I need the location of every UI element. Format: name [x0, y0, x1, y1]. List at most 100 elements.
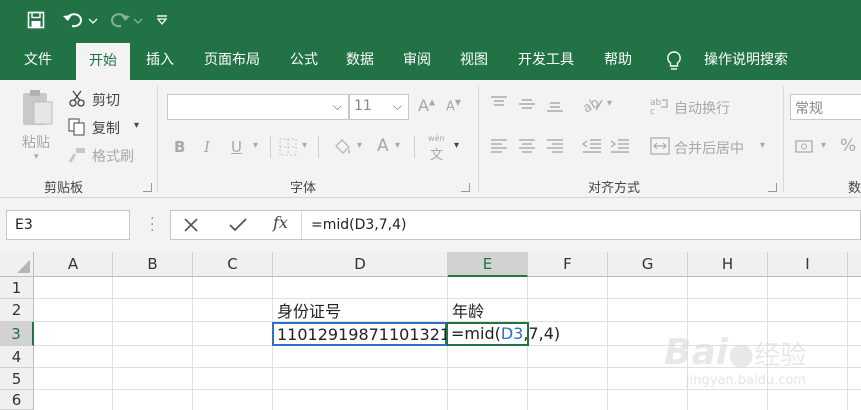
decrease-indent-icon[interactable] — [582, 138, 602, 154]
percent-button[interactable]: % — [840, 136, 856, 156]
fill-color-icon[interactable] — [332, 136, 354, 158]
font-color-dropdown-icon[interactable]: ▾ — [395, 140, 400, 151]
tab-page-layout[interactable]: 页面布局 — [192, 40, 272, 80]
save-icon[interactable] — [24, 8, 48, 32]
row-header-3[interactable]: 3 — [0, 322, 34, 346]
tab-view[interactable]: 视图 — [450, 40, 498, 80]
name-box[interactable]: E3 — [6, 210, 130, 240]
tab-data[interactable]: 数据 — [336, 40, 384, 80]
accounting-dropdown-icon[interactable]: ▾ — [821, 140, 826, 151]
copy-dropdown-icon[interactable]: ▾ — [134, 120, 139, 131]
column-header-c[interactable]: C — [193, 252, 273, 277]
copy-button[interactable]: 复制 — [92, 118, 120, 138]
font-name-combo[interactable]: ⌵ — [167, 94, 349, 120]
insert-function-button[interactable]: fx — [273, 213, 288, 232]
align-center-icon[interactable] — [518, 138, 536, 154]
tell-me-search[interactable]: 操作说明搜索 — [694, 40, 798, 80]
formula-text[interactable]: =mid(D3,7,4) — [311, 211, 406, 239]
tab-review[interactable]: 审阅 — [393, 40, 441, 80]
column-header-g[interactable]: G — [608, 252, 688, 277]
orientation-icon[interactable]: ab — [582, 94, 604, 114]
bold-button[interactable]: B — [174, 138, 185, 156]
column-header-e[interactable]: E — [448, 252, 528, 277]
phonetic-guide-button[interactable]: wén — [428, 134, 445, 143]
svg-text:c: c — [650, 107, 655, 114]
increase-font-icon[interactable]: A▲ — [418, 96, 435, 115]
cell-e3-formula[interactable]: =mid(D3,7,4) — [448, 322, 560, 346]
row-header-1[interactable]: 1 — [0, 277, 34, 299]
row-header-5[interactable]: 5 — [0, 368, 34, 390]
paste-dropdown-icon[interactable]: ▾ — [34, 152, 39, 162]
row-header-4[interactable]: 4 — [0, 346, 34, 368]
redo-button[interactable] — [106, 8, 144, 32]
font-color-icon[interactable]: A — [377, 136, 389, 156]
align-right-icon[interactable] — [546, 138, 564, 154]
number-format-combo[interactable]: 常规 — [790, 94, 861, 120]
font-size-combo[interactable]: 11 ⌵ — [349, 94, 409, 120]
paste-button[interactable]: 粘贴 — [22, 132, 50, 152]
row-header-2[interactable]: 2 — [0, 299, 34, 322]
borders-icon[interactable] — [279, 138, 297, 156]
column-header-a[interactable]: A — [34, 252, 113, 277]
undo-button[interactable] — [62, 8, 100, 32]
gridline — [112, 277, 113, 410]
gridline — [607, 277, 608, 410]
orientation-dropdown-icon[interactable]: ▾ — [607, 98, 612, 109]
accounting-format-icon[interactable] — [795, 138, 817, 156]
cancel-icon[interactable] — [183, 217, 199, 233]
lightbulb-icon — [666, 51, 682, 71]
underline-button[interactable]: U — [231, 138, 242, 156]
alignment-launcher-icon[interactable] — [768, 183, 777, 192]
group-divider — [478, 86, 479, 192]
format-painter-button[interactable]: 格式刷 — [92, 146, 134, 166]
underline-dropdown-icon[interactable]: ▾ — [253, 140, 258, 151]
cut-button[interactable]: 剪切 — [92, 90, 120, 110]
align-left-icon[interactable] — [490, 138, 508, 154]
tab-help[interactable]: 帮助 — [594, 40, 642, 80]
borders-dropdown-icon[interactable]: ▾ — [302, 140, 307, 151]
watermark-brand-cn: 经验 — [754, 341, 807, 371]
watermark-brand: Bai — [664, 332, 729, 373]
tab-developer[interactable]: 开发工具 — [506, 40, 586, 80]
tab-insert[interactable]: 插入 — [136, 40, 184, 80]
merge-center-button[interactable]: 合并后居中 — [674, 138, 744, 158]
paste-icon[interactable] — [20, 88, 54, 128]
wrap-text-button[interactable]: 自动换行 — [674, 98, 730, 118]
copy-icon — [68, 118, 86, 136]
cell-d3-referenced[interactable]: 11012919871101321 — [272, 322, 450, 346]
column-header-i[interactable]: I — [768, 252, 848, 277]
formula-input-box[interactable]: fx =mid(D3,7,4) — [170, 210, 861, 240]
tab-home[interactable]: 开始 — [76, 43, 130, 80]
customize-toolbar-icon[interactable] — [152, 8, 172, 32]
italic-button[interactable]: I — [204, 138, 210, 156]
select-all-corner[interactable] — [0, 252, 34, 277]
phonetic-dropdown-icon[interactable]: ▾ — [454, 140, 459, 151]
merge-dropdown-icon[interactable]: ▾ — [760, 140, 765, 151]
column-header-f[interactable]: F — [528, 252, 608, 277]
column-header-h[interactable]: H — [688, 252, 768, 277]
increase-indent-icon[interactable] — [610, 138, 630, 154]
cell-d2[interactable]: 身份证号 — [273, 301, 448, 322]
column-header-b[interactable]: B — [113, 252, 193, 277]
align-bottom-icon[interactable] — [546, 96, 564, 112]
chevron-down-icon: ⌵ — [392, 99, 402, 113]
decrease-font-icon[interactable]: A▼ — [446, 98, 461, 114]
font-launcher-icon[interactable] — [461, 183, 470, 192]
alignment-group-label: 对齐方式 — [588, 181, 641, 196]
row-header-6[interactable]: 6 — [0, 390, 34, 410]
tab-formulas[interactable]: 公式 — [280, 40, 328, 80]
gridline — [192, 277, 193, 410]
enter-check-icon[interactable] — [229, 217, 247, 233]
tab-file[interactable]: 文件 — [14, 40, 62, 80]
column-header-partial[interactable] — [848, 252, 861, 277]
number-format-value: 常规 — [795, 101, 823, 117]
merge-center-icon — [650, 137, 670, 155]
cell-e2[interactable]: 年龄 — [448, 301, 528, 322]
fill-color-dropdown-icon[interactable]: ▾ — [357, 140, 362, 151]
clipboard-launcher-icon[interactable] — [143, 183, 152, 192]
align-top-icon[interactable] — [490, 96, 508, 112]
align-middle-icon[interactable] — [518, 96, 536, 112]
column-header-d[interactable]: D — [273, 252, 448, 277]
watermark-url: jingyan.baidu.com — [686, 373, 806, 388]
formula-bar-grip-icon[interactable]: · · · — [150, 212, 154, 238]
